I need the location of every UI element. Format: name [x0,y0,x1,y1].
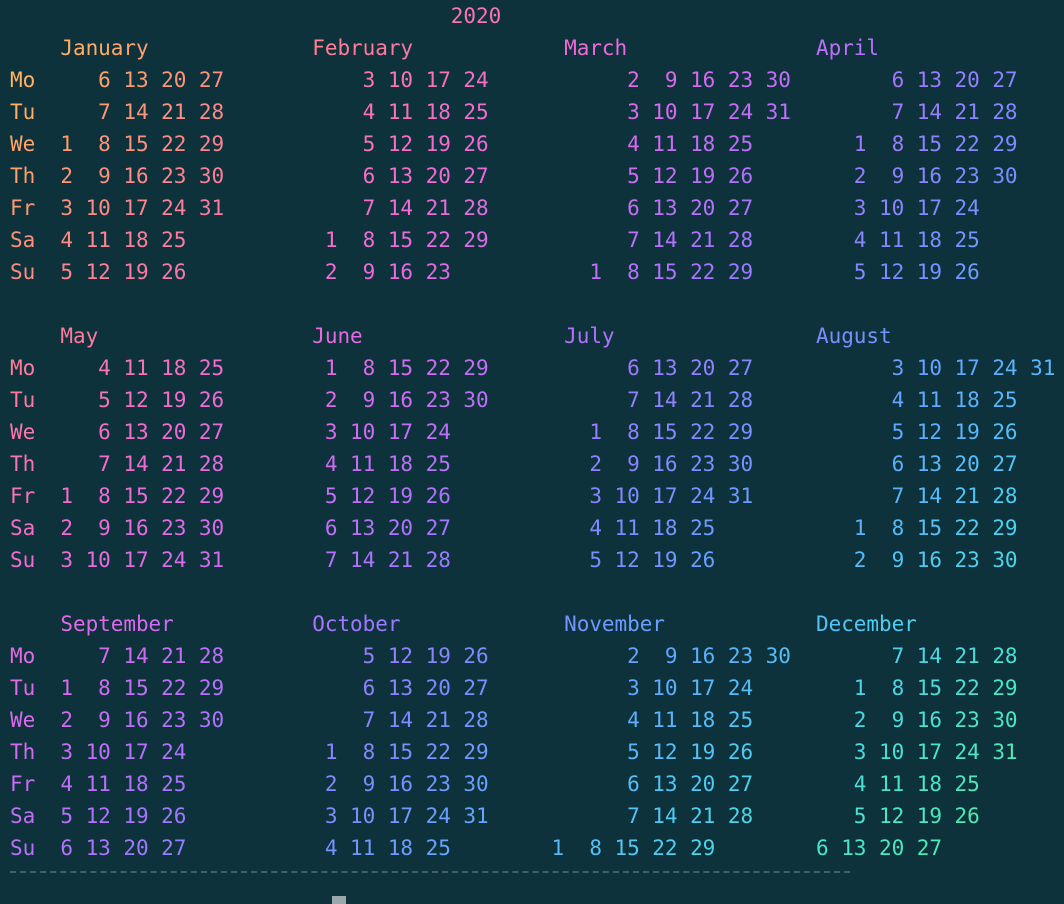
terminal-line: Fr 3 10 17 24 31 7 14 21 28 6 13 20 27 3… [10,196,980,220]
terminal-line: We 1 8 15 22 29 5 12 19 26 4 11 18 25 1 … [10,132,1018,156]
terminal-line: Mo 4 11 18 25 1 8 15 22 29 6 13 20 27 3 … [10,356,1056,380]
text-cursor [332,896,346,904]
dashed-separator [10,871,850,873]
terminal-line: Th 2 9 16 23 30 6 13 20 27 5 12 19 26 2 … [10,164,1018,188]
terminal-line: 2020 [450,4,502,28]
terminal-line: Su 5 12 19 26 2 9 16 23 1 8 15 22 29 5 1… [10,260,980,284]
terminal-line: Th 7 14 21 28 4 11 18 25 2 9 16 23 30 6 … [10,452,1018,476]
terminal-line: Fr 1 8 15 22 29 5 12 19 26 3 10 17 24 31… [10,484,1018,508]
terminal-line: We 6 13 20 27 3 10 17 24 1 8 15 22 29 5 … [10,420,1018,444]
terminal-line: September October November December [60,612,917,636]
terminal-line: Su 3 10 17 24 31 7 14 21 28 5 12 19 26 2… [10,548,1018,572]
terminal-line: Sa 4 11 18 25 1 8 15 22 29 7 14 21 28 4 … [10,228,980,252]
terminal-line: Su 6 13 20 27 4 11 18 25 1 8 15 22 29 6 … [10,836,942,860]
terminal-line: Mo 7 14 21 28 5 12 19 26 2 9 16 23 30 7 … [10,644,1018,668]
terminal-window[interactable]: 2020 January February March April Mo 6 13… [0,0,1064,904]
terminal-line: Tu 7 14 21 28 4 11 18 25 3 10 17 24 31 7… [10,100,1018,124]
terminal-line: We 2 9 16 23 30 7 14 21 28 4 11 18 25 2 … [10,708,1018,732]
terminal-line: Tu 1 8 15 22 29 6 13 20 27 3 10 17 24 1 … [10,676,1018,700]
terminal-line: Sa 5 12 19 26 3 10 17 24 31 7 14 21 28 5… [10,804,980,828]
terminal-line: Fr 4 11 18 25 2 9 16 23 30 6 13 20 27 4 … [10,772,980,796]
terminal-line: Mo 6 13 20 27 3 10 17 24 2 9 16 23 30 6 … [10,68,1018,92]
terminal-line: Tu 5 12 19 26 2 9 16 23 30 7 14 21 28 4 … [10,388,1018,412]
prompt-line [10,896,310,904]
terminal-line: Th 3 10 17 24 1 8 15 22 29 5 12 19 26 3 … [10,740,1018,764]
terminal-line: May June July August [60,324,892,348]
terminal-line: January February March April [60,36,880,60]
terminal-line: Sa 2 9 16 23 30 6 13 20 27 4 11 18 25 1 … [10,516,1018,540]
